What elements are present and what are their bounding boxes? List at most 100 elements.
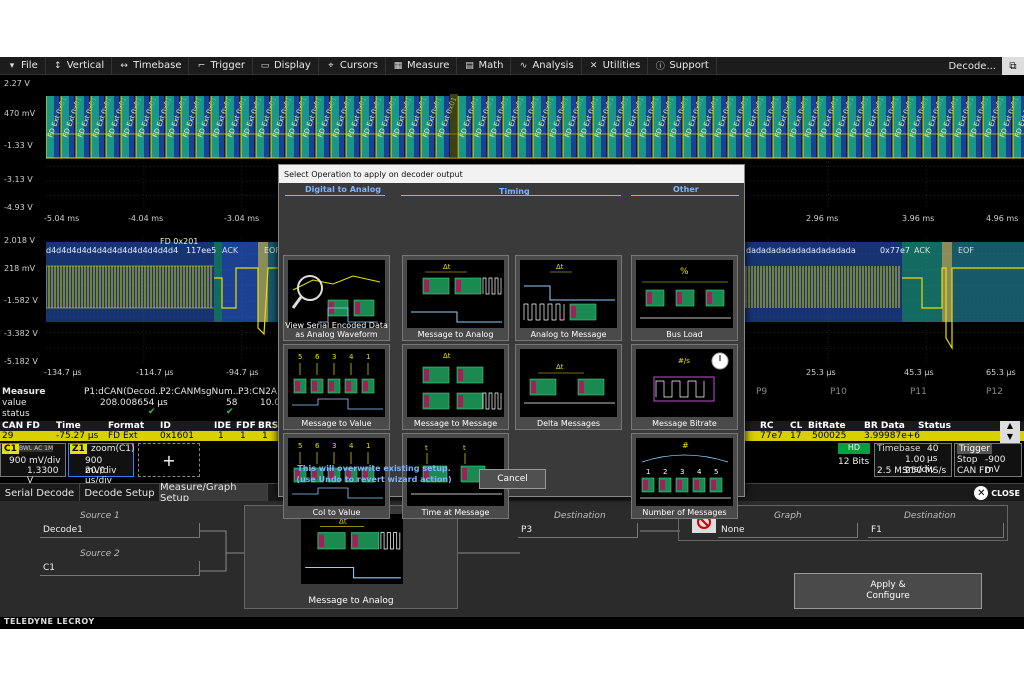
- frame-label: FD 0x201: [160, 237, 199, 246]
- op-message-to-message[interactable]: Δt Message to Message: [402, 344, 509, 430]
- selected-operation[interactable]: Δt Message to Analog: [244, 505, 458, 609]
- menu-math[interactable]: ▤ Math: [457, 57, 512, 75]
- op-number-of-messages[interactable]: #1 2 3 4 5 Number of Messages: [631, 433, 738, 519]
- menu-display[interactable]: ▭ Display: [253, 57, 319, 75]
- menu-measure[interactable]: ▦ Measure: [386, 57, 458, 75]
- cell-crc: 77e7: [760, 431, 783, 441]
- p1-name[interactable]: P1:dCAN(Decod...: [84, 387, 164, 397]
- p2-name[interactable]: P2:CANMsgNum...: [160, 387, 241, 397]
- bus-load-diagram: %: [640, 267, 731, 319]
- count-value: 5: [714, 468, 718, 476]
- graph-destination-field[interactable]: F1: [868, 523, 1004, 538]
- z1-descriptor[interactable]: Z1 zoom(C1) 900 mV/div 20.0 µs/div: [68, 443, 135, 486]
- destination-field[interactable]: P3: [518, 523, 638, 538]
- magnifier-icon: [297, 275, 323, 301]
- math-icon: ▤: [465, 60, 474, 71]
- p10-name[interactable]: P10: [830, 387, 847, 397]
- apply-configure-button[interactable]: Apply & Configure: [794, 573, 982, 609]
- category-other: Other: [673, 185, 699, 194]
- value-label: 3: [332, 353, 336, 361]
- close-button[interactable]: ✕ CLOSE: [974, 485, 1020, 501]
- message-header: [707, 292, 712, 304]
- count-value: 4: [697, 468, 702, 476]
- menu-utilities[interactable]: ✕ Utilities: [582, 57, 649, 75]
- menu-trigger[interactable]: ⌐ Trigger: [189, 57, 253, 75]
- op-message-to-analog[interactable]: Δt Message to Analog: [402, 255, 509, 341]
- view-serial-thumbnail: [288, 260, 385, 328]
- y-label: -1.33 V: [4, 141, 33, 150]
- message-header: [647, 292, 652, 304]
- op-message-to-value[interactable]: 5 6 3 4 1 Message to Value: [283, 344, 390, 430]
- menu-cursors[interactable]: ⌖ Cursors: [319, 57, 386, 75]
- op-thumbnail: %: [636, 260, 733, 328]
- menu-vertical[interactable]: ↕ Vertical: [46, 57, 113, 75]
- col-format: Format: [108, 421, 145, 431]
- message-header: [312, 381, 317, 391]
- menu-support[interactable]: ⓘ Support: [648, 57, 717, 75]
- bitrate-label: #/s: [678, 357, 690, 365]
- x-label: 4.96 ms: [986, 214, 1019, 223]
- overwrite-warning: This will overwrite existing setup. (use…: [289, 463, 459, 485]
- op-bus-load[interactable]: % Bus Load: [631, 255, 738, 341]
- thumb-group: Δt: [422, 352, 502, 410]
- op-delta-messages[interactable]: Δt Delta Messages: [515, 344, 622, 430]
- op-message-bitrate[interactable]: #/s Message Bitrate: [631, 344, 738, 430]
- trigger-descriptor[interactable]: Trigger Stop -900 mV CAN FD: [954, 443, 1022, 477]
- count-label: #: [682, 441, 689, 450]
- x-label: -4.04 ms: [128, 214, 164, 223]
- source1-field[interactable]: Decode1: [40, 523, 200, 538]
- y-label: 218 mV: [4, 264, 36, 273]
- op-analog-to-message[interactable]: Δt Analog to Message: [515, 255, 622, 341]
- count-brace: [641, 454, 729, 463]
- tab-serial-decode[interactable]: Serial Decode: [0, 484, 80, 502]
- menu-analysis[interactable]: ∿ Analysis: [511, 57, 582, 75]
- menu-timebase[interactable]: ↔ Timebase: [112, 57, 190, 75]
- add-channel-button[interactable]: +: [138, 443, 200, 477]
- tab-measure-graph-setup[interactable]: Measure/Graph Setup: [160, 482, 268, 504]
- graph-field[interactable]: None: [718, 523, 858, 538]
- count-value: 1: [646, 468, 650, 476]
- source2-field[interactable]: C1: [40, 561, 200, 576]
- tab-decode-setup[interactable]: Decode Setup: [80, 484, 160, 502]
- p11-name[interactable]: P11: [910, 387, 927, 397]
- p12-name[interactable]: P12: [986, 387, 1003, 397]
- value-label: 4: [349, 442, 354, 450]
- category-digital-to-analog: Digital to Analog: [305, 185, 381, 194]
- thumb-group: Δt: [411, 263, 502, 323]
- table-scroll-down[interactable]: ▼: [1000, 432, 1020, 443]
- op-thumbnail: 5 6 3 4 1: [288, 349, 385, 417]
- ack-label: ACK: [914, 246, 931, 255]
- category-underline: [631, 195, 739, 196]
- c1-descriptor[interactable]: C1 BWL AC 1M 900 mV/div 1.3300 V: [0, 443, 66, 486]
- col-bitrate: BitRate: [808, 421, 846, 431]
- apply-label: Apply &: [870, 580, 906, 590]
- x-label: 45.3 µs: [904, 368, 934, 377]
- x-label: 65.3 µs: [986, 368, 1016, 377]
- check-icon: ✔: [148, 407, 156, 417]
- cell-bitrate: 500025: [812, 431, 847, 441]
- x-label: -3.04 ms: [224, 214, 260, 223]
- menu-file[interactable]: ▾ File: [0, 57, 46, 75]
- data-bytes-label: dadadadadadadadadadada: [746, 246, 856, 255]
- measure-icon: ▦: [393, 60, 403, 71]
- decode-menu[interactable]: Decode...: [942, 61, 1002, 72]
- select-operation-dialog: Select Operation to apply on decoder out…: [278, 164, 745, 519]
- window-button[interactable]: ⧉: [1002, 57, 1024, 75]
- y-label: -3.13 V: [4, 175, 33, 184]
- cancel-button[interactable]: Cancel: [479, 469, 546, 489]
- p3-name[interactable]: P3:CN2AN: [238, 387, 284, 397]
- dialog-title: Select Operation to apply on decoder out…: [279, 165, 744, 183]
- op-label: Number of Messages: [642, 508, 727, 517]
- p9-name[interactable]: P9: [756, 387, 767, 397]
- configure-label: Configure: [866, 591, 910, 601]
- y-label: 2.018 V: [4, 236, 35, 245]
- analog-input: [524, 285, 615, 301]
- ack-region: [942, 242, 952, 322]
- timebase-rate: 250 MS/s: [905, 466, 947, 476]
- op-view-serial-analog[interactable]: View Serial Encoded Data as Analog Wavefo…: [283, 255, 390, 341]
- x-label: 3.96 ms: [902, 214, 935, 223]
- timebase-descriptor[interactable]: Timebase 40 µs 1.00 ms/div 2.5 MS 250 MS…: [874, 443, 952, 477]
- table-scroll-up[interactable]: ▲: [1000, 421, 1020, 432]
- y-label: -5.182 V: [4, 357, 38, 366]
- digital-waveform: [482, 392, 502, 410]
